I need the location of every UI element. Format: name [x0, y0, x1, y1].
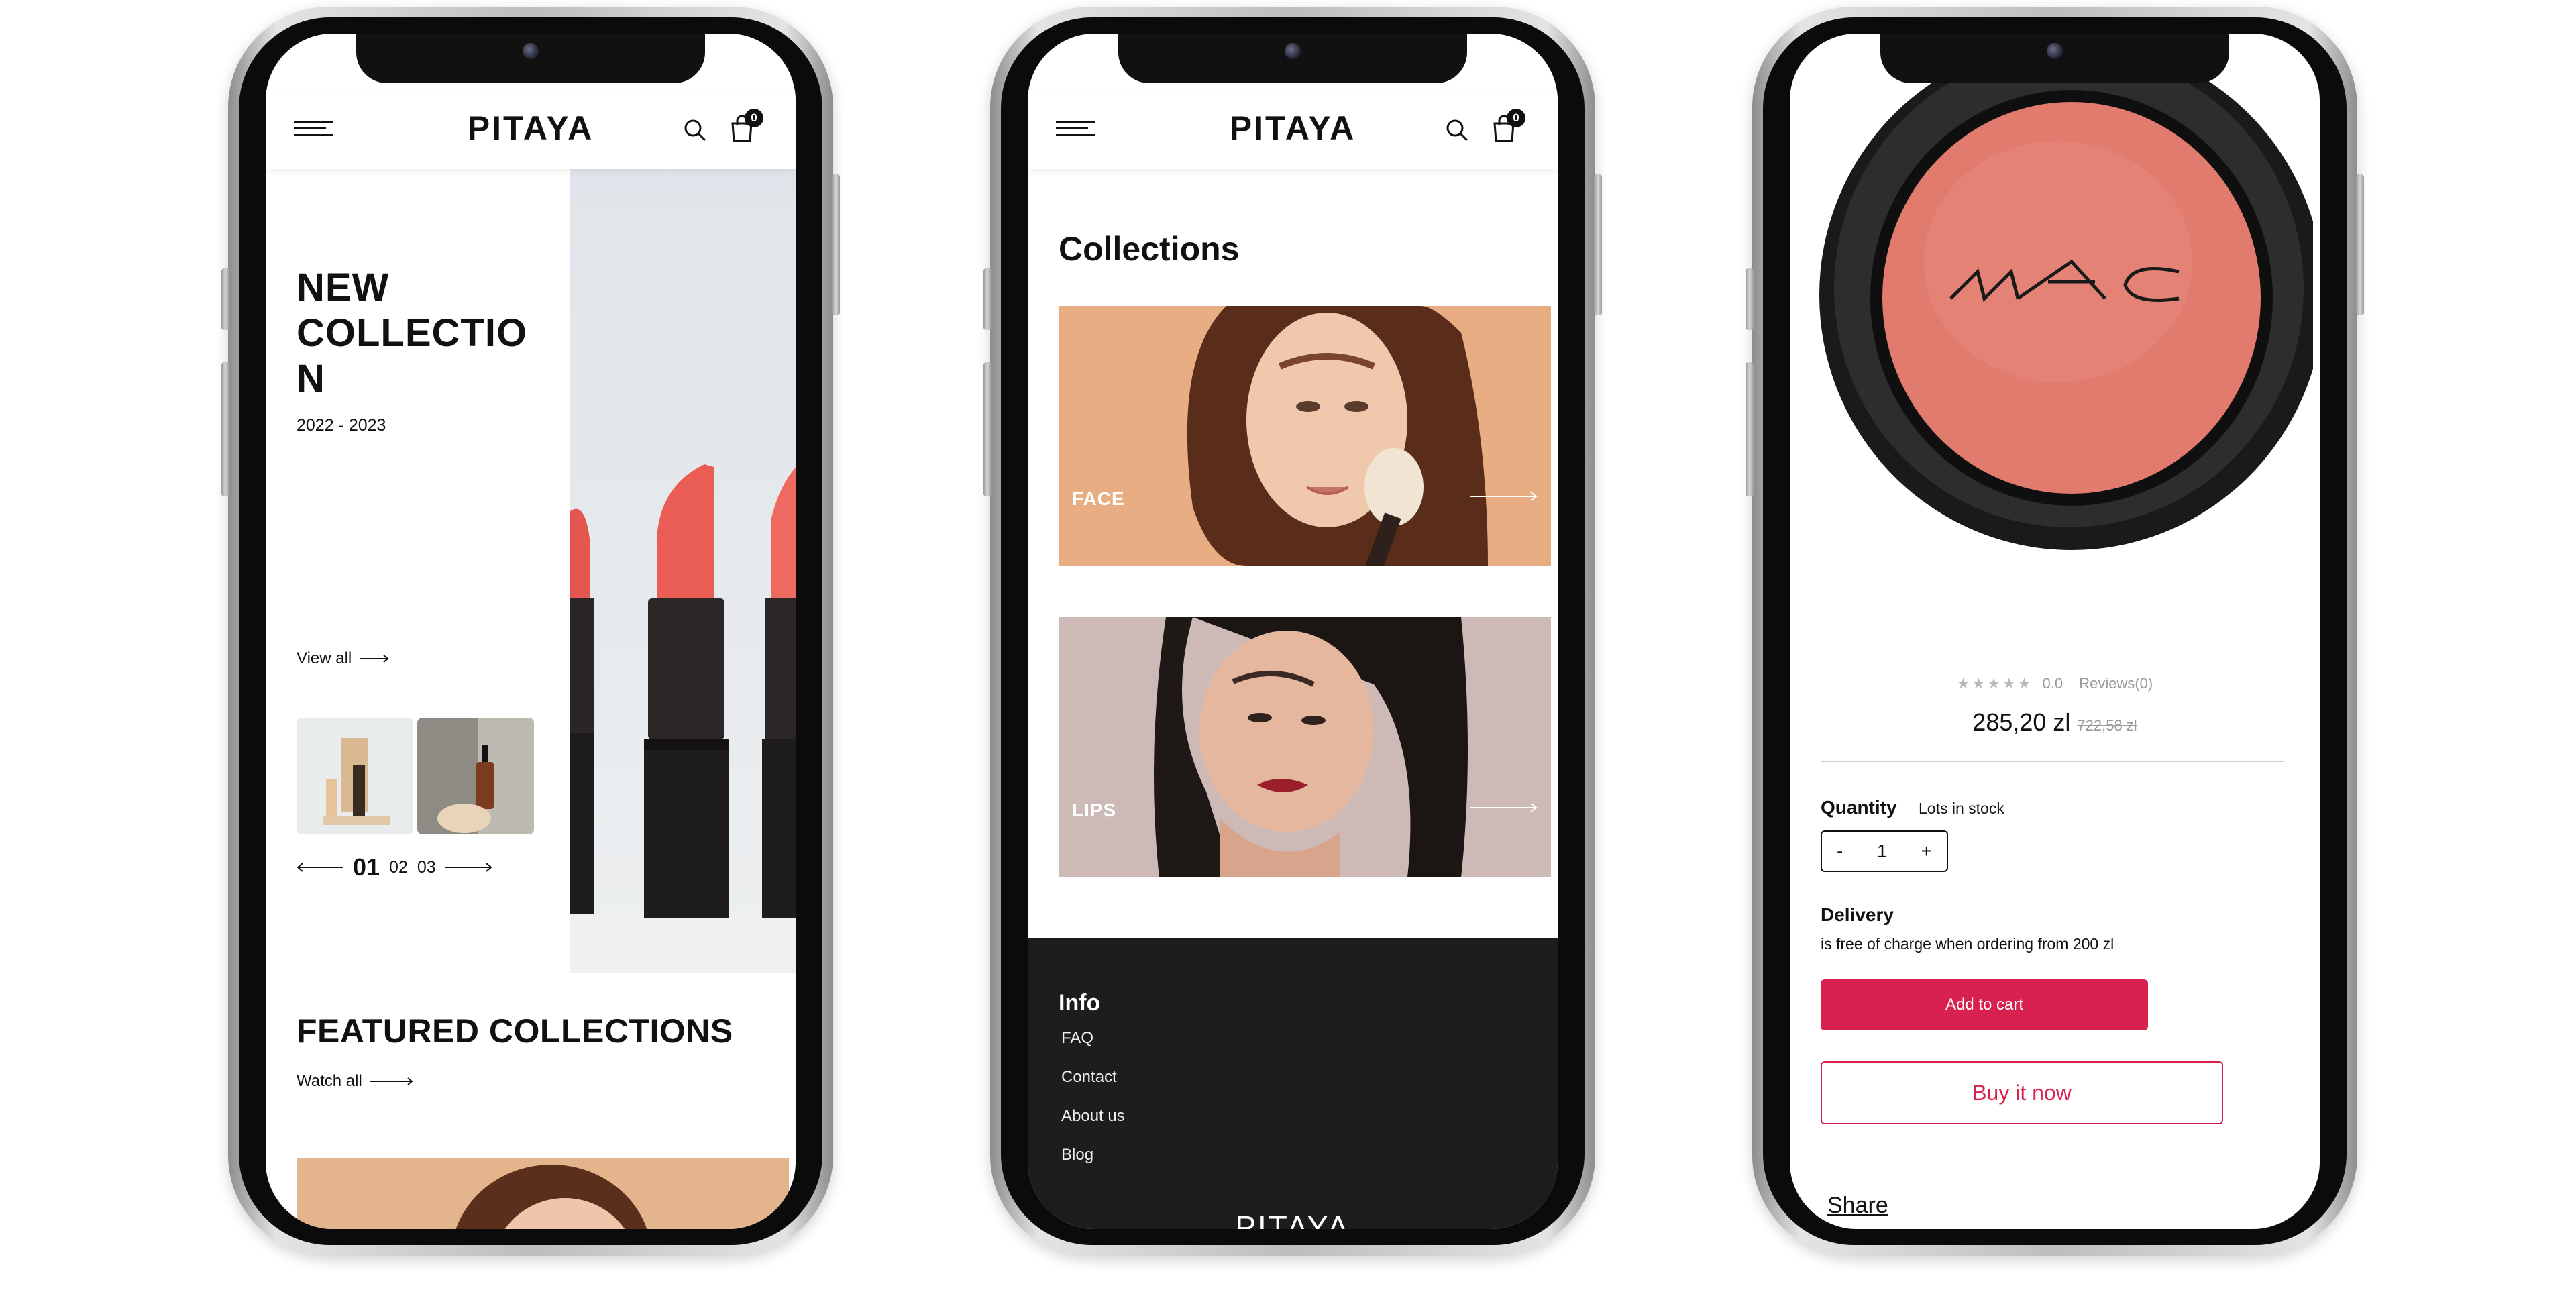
site-header: PITAYA 0 [1028, 91, 1558, 169]
rating-stars-icon: ★★★★★ [1956, 675, 2033, 692]
arrow-right-icon [1470, 803, 1538, 812]
phone-product: ★★★★★ 0.0 Reviews(0) 285,20 zl 722,58 zl … [1746, 7, 2364, 1256]
footer-link-faq[interactable]: FAQ [1061, 1029, 1093, 1048]
product-thumbnail[interactable] [417, 718, 534, 834]
delivery-text: is free of charge when ordering from 200… [1821, 935, 2114, 953]
footer-link-blog[interactable]: Blog [1061, 1146, 1093, 1165]
phone-notch [1880, 34, 2229, 83]
watch-all-link[interactable]: Watch all [297, 1072, 413, 1091]
product-price: 285,20 zl 722,58 zl [1790, 708, 2320, 737]
divider [1821, 761, 2284, 762]
phone-collections: PITAYA 0 Collections FACE LIPS Info FAQ … [983, 7, 1602, 1256]
arrow-left-icon[interactable] [297, 863, 343, 872]
featured-collections-title: FEATURED COLLECTIONS [297, 1012, 733, 1050]
cart-count-badge: 0 [745, 109, 763, 127]
cart-count-badge: 0 [1507, 109, 1525, 127]
phone-notch [1118, 34, 1467, 83]
old-price: 722,58 zl [2077, 717, 2137, 734]
decrement-button[interactable]: - [1837, 841, 1843, 862]
phone-home: PITAYA 0 NEW COLLECTIO N 2022 - 2023 Vie… [221, 7, 840, 1256]
collections-title: Collections [1059, 230, 1240, 268]
collection-card-label: FACE [1072, 488, 1125, 509]
reviews-link[interactable]: Reviews(0) [2079, 675, 2153, 692]
increment-button[interactable]: + [1921, 841, 1932, 862]
home-screen: PITAYA 0 NEW COLLECTIO N 2022 - 2023 Vie… [266, 34, 796, 1229]
share-link[interactable]: Share [1827, 1193, 1888, 1219]
add-to-cart-button[interactable]: Add to cart [1821, 979, 2148, 1030]
front-camera [523, 43, 539, 59]
search-icon[interactable] [1445, 118, 1469, 142]
front-camera [2047, 43, 2063, 59]
quantity-stepper[interactable]: - 1 + [1821, 830, 1948, 872]
product-rating: ★★★★★ 0.0 Reviews(0) [1790, 675, 2320, 692]
product-image[interactable] [1817, 40, 2313, 624]
arrow-right-icon[interactable] [445, 863, 492, 872]
collection-card-lips[interactable]: LIPS [1059, 617, 1551, 877]
buy-now-button[interactable]: Buy it now [1821, 1061, 2223, 1124]
delivery-label: Delivery [1821, 904, 1894, 925]
quantity-value[interactable]: 1 [1877, 841, 1888, 862]
product-screen: ★★★★★ 0.0 Reviews(0) 285,20 zl 722,58 zl … [1790, 34, 2320, 1229]
current-price: 285,20 zl [1972, 708, 2071, 736]
collection-card-label: LIPS [1072, 800, 1117, 820]
site-header: PITAYA 0 [266, 91, 796, 169]
footer-link-about[interactable]: About us [1061, 1107, 1125, 1126]
slider-pager: 01 02 03 [297, 853, 492, 881]
front-camera [1285, 43, 1301, 59]
footer-logo[interactable]: PITAYA [1028, 1209, 1558, 1229]
site-logo[interactable]: PITAYA [1028, 109, 1558, 148]
rating-value: 0.0 [2042, 675, 2063, 692]
pager-current[interactable]: 01 [353, 853, 380, 881]
collections-screen: PITAYA 0 Collections FACE LIPS Info FAQ … [1028, 34, 1558, 1229]
watch-all-label: Watch all [297, 1072, 362, 1090]
pager-item[interactable]: 03 [417, 858, 436, 877]
phone-notch [356, 34, 705, 83]
hero-title: NEW COLLECTIO N [297, 266, 528, 400]
collection-card-face[interactable]: FACE [1059, 306, 1551, 566]
featured-collection-image[interactable] [297, 1158, 789, 1229]
arrow-right-icon [360, 655, 389, 663]
stock-status: Lots in stock [1919, 800, 2004, 817]
quantity-label: Quantity [1821, 797, 1897, 818]
site-footer: Info FAQ Contact About us Blog PITAYA [1028, 938, 1558, 1229]
footer-info-title: Info [1059, 990, 1101, 1016]
product-thumbnail[interactable] [297, 718, 413, 834]
arrow-right-icon [370, 1077, 413, 1085]
view-all-label: View all [297, 649, 352, 667]
view-all-link[interactable]: View all [297, 649, 389, 668]
search-icon[interactable] [683, 118, 707, 142]
hero-years: 2022 - 2023 [297, 416, 386, 435]
hero-lipstick-image [570, 169, 796, 973]
footer-link-contact[interactable]: Contact [1061, 1068, 1117, 1087]
pager-item[interactable]: 02 [389, 858, 408, 877]
arrow-right-icon [1470, 492, 1538, 501]
site-logo[interactable]: PITAYA [266, 109, 796, 148]
